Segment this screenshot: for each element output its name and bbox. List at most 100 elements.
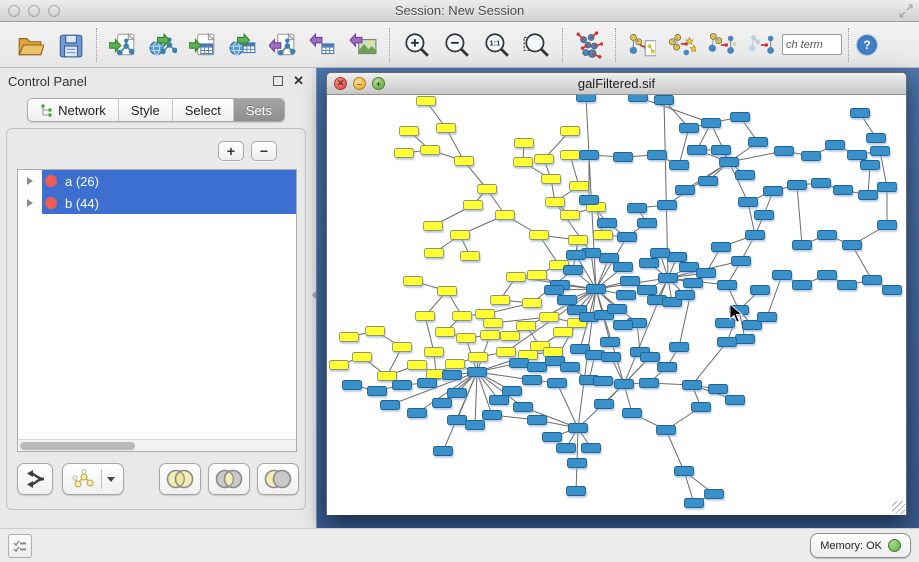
- graph-node-blue[interactable]: [675, 467, 694, 476]
- graph-node-blue[interactable]: [567, 487, 586, 496]
- graph-node-blue[interactable]: [580, 151, 599, 160]
- graph-node-blue[interactable]: [528, 416, 547, 425]
- graph-node-blue[interactable]: [608, 305, 627, 314]
- graph-node-blue[interactable]: [692, 403, 711, 412]
- graph-node-blue[interactable]: [802, 152, 821, 161]
- graph-node-blue[interactable]: [483, 411, 502, 420]
- graph-node-yellow[interactable]: [507, 273, 526, 282]
- graph-node-blue[interactable]: [618, 233, 637, 242]
- graph-node-yellow[interactable]: [417, 97, 436, 106]
- scrollbar-thumb[interactable]: [20, 442, 135, 450]
- graph-node-yellow[interactable]: [491, 296, 510, 305]
- union-sets-button[interactable]: [159, 463, 201, 495]
- graph-node-blue[interactable]: [818, 271, 837, 280]
- graph-node-blue[interactable]: [867, 134, 886, 143]
- graph-node-yellow[interactable]: [400, 127, 419, 136]
- graph-node-blue[interactable]: [859, 191, 878, 200]
- tab-select[interactable]: Select: [173, 99, 234, 121]
- graph-node-yellow[interactable]: [438, 287, 457, 296]
- graph-node-yellow[interactable]: [561, 151, 580, 160]
- graph-node-blue[interactable]: [567, 251, 586, 260]
- graph-node-blue[interactable]: [746, 231, 765, 240]
- new-network-selected-nodes-all-edges-button[interactable]: [702, 26, 742, 64]
- graph-node-blue[interactable]: [621, 277, 640, 286]
- graph-node-blue[interactable]: [702, 119, 721, 128]
- graph-node-yellow[interactable]: [530, 231, 549, 240]
- graph-node-blue[interactable]: [638, 219, 657, 228]
- graph-node-blue[interactable]: [443, 371, 462, 380]
- graph-node-blue[interactable]: [564, 266, 583, 275]
- graph-node-yellow[interactable]: [544, 348, 563, 357]
- graph-node-yellow[interactable]: [481, 331, 500, 340]
- graph-node-blue[interactable]: [490, 396, 509, 405]
- graph-node-blue[interactable]: [676, 186, 695, 195]
- network-canvas[interactable]: [327, 95, 906, 515]
- network-window-titlebar[interactable]: ✕ – + galFiltered.sif: [327, 73, 906, 95]
- graph-node-yellow[interactable]: [446, 360, 465, 369]
- graph-node-blue[interactable]: [736, 171, 755, 180]
- graph-node-yellow[interactable]: [366, 327, 385, 336]
- tab-sets[interactable]: Sets: [234, 99, 284, 121]
- graph-node-blue[interactable]: [793, 281, 812, 290]
- expander-triangle-icon[interactable]: [27, 177, 33, 185]
- import-network-file-button[interactable]: [103, 26, 143, 64]
- graph-node-blue[interactable]: [720, 158, 739, 167]
- graph-node-yellow[interactable]: [464, 201, 483, 210]
- graph-node-blue[interactable]: [640, 259, 659, 268]
- graph-node-blue[interactable]: [788, 181, 807, 190]
- graph-node-blue[interactable]: [602, 353, 621, 362]
- graph-node-blue[interactable]: [433, 399, 452, 408]
- graph-node-yellow[interactable]: [404, 277, 423, 286]
- graph-node-blue[interactable]: [871, 147, 890, 156]
- graph-node-yellow[interactable]: [476, 310, 495, 319]
- graph-node-blue[interactable]: [614, 153, 633, 162]
- graph-node-yellow[interactable]: [514, 158, 533, 167]
- split-set-button[interactable]: [17, 463, 53, 495]
- graph-node-blue[interactable]: [726, 396, 745, 405]
- graph-node-blue[interactable]: [684, 279, 703, 288]
- graph-node-yellow[interactable]: [340, 333, 359, 342]
- graph-node-blue[interactable]: [614, 321, 633, 330]
- graph-node-blue[interactable]: [598, 219, 617, 228]
- import-network-web-button[interactable]: [143, 26, 183, 64]
- graph-node-blue[interactable]: [510, 359, 529, 368]
- graph-node-blue[interactable]: [614, 263, 633, 272]
- graph-node-yellow[interactable]: [461, 252, 480, 261]
- graph-node-yellow[interactable]: [546, 198, 565, 207]
- graph-node-blue[interactable]: [523, 376, 542, 385]
- graph-node-blue[interactable]: [418, 379, 437, 388]
- graph-node-blue[interactable]: [834, 186, 853, 195]
- graph-node-blue[interactable]: [594, 377, 613, 386]
- graph-node-yellow[interactable]: [523, 299, 542, 308]
- set-list-item[interactable]: a (26): [18, 170, 296, 192]
- graph-node-blue[interactable]: [685, 499, 704, 508]
- graph-node-blue[interactable]: [755, 211, 774, 220]
- close-network-icon[interactable]: ✕: [334, 77, 347, 90]
- graph-node-blue[interactable]: [699, 177, 718, 186]
- sets-list[interactable]: a (26)b (44): [17, 169, 297, 452]
- graph-node-blue[interactable]: [655, 96, 674, 105]
- graph-node-blue[interactable]: [628, 204, 647, 213]
- tab-style[interactable]: Style: [119, 99, 173, 121]
- graph-node-blue[interactable]: [528, 363, 547, 372]
- graph-node-yellow[interactable]: [378, 372, 397, 381]
- memory-status-button[interactable]: Memory: OK: [810, 533, 911, 558]
- zoom-in-button[interactable]: [396, 26, 436, 64]
- graph-node-blue[interactable]: [731, 113, 750, 122]
- graph-node-blue[interactable]: [775, 147, 794, 156]
- graph-node-blue[interactable]: [739, 198, 758, 207]
- graph-node-yellow[interactable]: [469, 353, 488, 362]
- graph-node-blue[interactable]: [732, 257, 751, 266]
- new-network-selected-nodes-selected-edges-button[interactable]: [742, 26, 782, 64]
- graph-node-blue[interactable]: [659, 274, 678, 283]
- graph-node-yellow[interactable]: [535, 155, 554, 164]
- graph-node-blue[interactable]: [617, 291, 636, 300]
- graph-node-blue[interactable]: [843, 241, 862, 250]
- graph-node-blue[interactable]: [601, 338, 620, 347]
- minimize-network-icon[interactable]: –: [353, 77, 366, 90]
- graph-node-blue[interactable]: [851, 109, 870, 118]
- graph-node-blue[interactable]: [568, 459, 587, 468]
- intersection-sets-button[interactable]: [208, 463, 250, 495]
- graph-node-yellow[interactable]: [517, 322, 536, 331]
- save-session-button[interactable]: [50, 26, 90, 64]
